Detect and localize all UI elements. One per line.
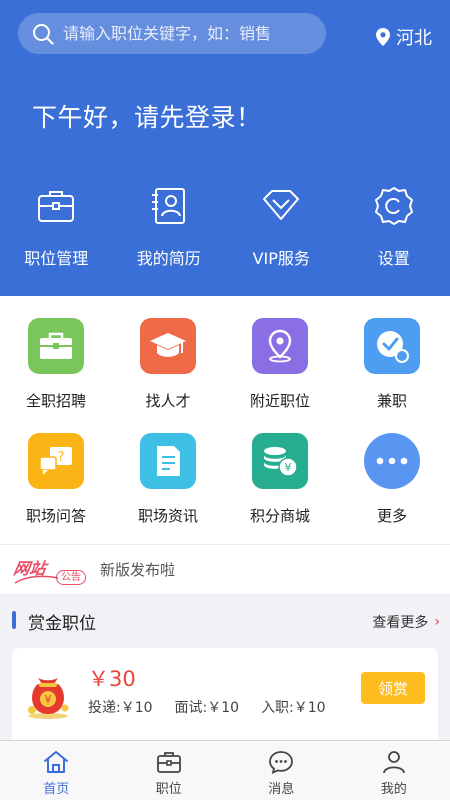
gear-icon bbox=[374, 187, 413, 225]
quick-actions: 职位管理 我的简历 VIP服务 设置 bbox=[0, 185, 450, 269]
quick-label: VIP服务 bbox=[252, 249, 310, 268]
app-screen: 河北 下午好，请先登录！ 职位管理 bbox=[0, 0, 450, 800]
grid-points-mall[interactable]: ¥ 积分商城 bbox=[224, 433, 336, 526]
grid-workplace-news[interactable]: 职场资讯 bbox=[112, 433, 224, 526]
grid-label: 职场资讯 bbox=[137, 507, 198, 525]
document-icon bbox=[140, 433, 196, 489]
swoosh-icon bbox=[14, 575, 59, 584]
reward-section-header: 赏金职位 查看更多 › bbox=[0, 594, 450, 648]
grid-label: 附近职位 bbox=[249, 392, 310, 410]
money-bag-icon: ¥ bbox=[28, 678, 69, 719]
quick-job-management[interactable]: 职位管理 bbox=[0, 185, 113, 269]
tab-label: 职位 bbox=[155, 782, 182, 797]
quick-label: 设置 bbox=[377, 249, 410, 268]
qa-chat-icon: ? bbox=[28, 433, 84, 489]
tab-jobs[interactable]: 职位 bbox=[113, 741, 226, 800]
svg-text:¥: ¥ bbox=[45, 693, 52, 706]
grid-more[interactable]: 更多 bbox=[336, 433, 448, 526]
notice-logo-tag: 公告 bbox=[56, 569, 86, 585]
grid-find-talent[interactable]: 找人才 bbox=[112, 318, 224, 411]
reward-interview: 面试:￥10 bbox=[174, 700, 240, 716]
quick-settings[interactable]: 设置 bbox=[338, 185, 450, 269]
grid-workplace-qa[interactable]: ? 职场问答 bbox=[0, 433, 112, 526]
map-pin-icon bbox=[252, 318, 308, 374]
function-grid: 全职招聘 找人才 附近职位 兼职 ? 职场问答 职场资讯 ¥ 积分商城 更多 bbox=[0, 296, 450, 544]
header: 河北 下午好，请先登录！ 职位管理 bbox=[0, 0, 450, 296]
briefcase-icon bbox=[156, 752, 181, 773]
more-dots-icon bbox=[364, 433, 420, 489]
grid-label: 更多 bbox=[376, 507, 407, 525]
svg-text:?: ? bbox=[58, 450, 65, 465]
reward-breakdown: 投递:￥10 面试:￥10 入职:￥10 bbox=[88, 697, 326, 717]
search-icon bbox=[33, 23, 54, 45]
search-input[interactable] bbox=[63, 24, 313, 43]
quick-label: 职位管理 bbox=[24, 249, 89, 268]
tab-label: 消息 bbox=[268, 782, 295, 797]
user-icon bbox=[382, 751, 405, 774]
grid-nearby-jobs[interactable]: 附近职位 bbox=[224, 318, 336, 411]
tab-mine[interactable]: 我的 bbox=[338, 741, 450, 800]
briefcase-icon bbox=[28, 318, 84, 374]
notice-logo: 网站 公告 bbox=[12, 555, 86, 585]
grid-part-time[interactable]: 兼职 bbox=[336, 318, 448, 411]
message-icon bbox=[269, 751, 294, 774]
tab-label: 我的 bbox=[380, 782, 407, 797]
claim-reward-button[interactable]: 领赏 bbox=[361, 672, 425, 704]
grid-label: 兼职 bbox=[376, 392, 407, 410]
view-more-label: 查看更多 bbox=[372, 615, 429, 631]
location-pin-icon bbox=[376, 28, 390, 46]
grid-label: 全职招聘 bbox=[25, 392, 86, 410]
tab-home[interactable]: 首页 bbox=[0, 741, 113, 800]
login-greeting[interactable]: 下午好，请先登录！ bbox=[32, 98, 262, 134]
reward-job-card[interactable]: ¥ ￥30 投递:￥10 面试:￥10 入职:￥10 领赏 bbox=[12, 648, 438, 744]
location-selector[interactable]: 河北 bbox=[376, 24, 432, 50]
site-notice[interactable]: 网站 公告 新版发布啦 bbox=[0, 544, 450, 594]
tab-messages[interactable]: 消息 bbox=[225, 741, 338, 800]
clock-icon bbox=[364, 318, 420, 374]
section-accent-bar bbox=[12, 611, 16, 629]
grid-label: 积分商城 bbox=[249, 507, 310, 525]
resume-icon bbox=[151, 188, 185, 224]
grid-label: 找人才 bbox=[145, 392, 191, 410]
quick-my-resume[interactable]: 我的简历 bbox=[113, 185, 226, 269]
chevron-right-icon: › bbox=[434, 614, 440, 630]
grid-fulltime-jobs[interactable]: 全职招聘 bbox=[0, 318, 112, 411]
coins-icon: ¥ bbox=[252, 433, 308, 489]
tab-label: 首页 bbox=[43, 782, 70, 797]
reward-price: ￥30 bbox=[88, 667, 136, 691]
view-more-link[interactable]: 查看更多 › bbox=[372, 612, 440, 632]
home-icon bbox=[44, 751, 69, 773]
reward-deliver: 投递:￥10 bbox=[88, 700, 153, 716]
grid-label: 职场问答 bbox=[25, 507, 86, 525]
quick-vip-service[interactable]: VIP服务 bbox=[225, 185, 338, 269]
notice-text: 新版发布啦 bbox=[100, 561, 176, 579]
reward-onboard: 入职:￥10 bbox=[261, 700, 326, 716]
section-title: 赏金职位 bbox=[28, 614, 96, 634]
bottom-tab-bar: 首页 职位 消息 我的 bbox=[0, 740, 450, 800]
diamond-icon bbox=[263, 190, 300, 220]
graduation-cap-icon bbox=[140, 318, 196, 374]
location-city: 河北 bbox=[396, 28, 432, 49]
briefcase-icon bbox=[38, 191, 75, 222]
quick-label: 我的简历 bbox=[136, 249, 201, 268]
svg-text:¥: ¥ bbox=[285, 461, 292, 474]
search-bar[interactable] bbox=[18, 13, 326, 54]
